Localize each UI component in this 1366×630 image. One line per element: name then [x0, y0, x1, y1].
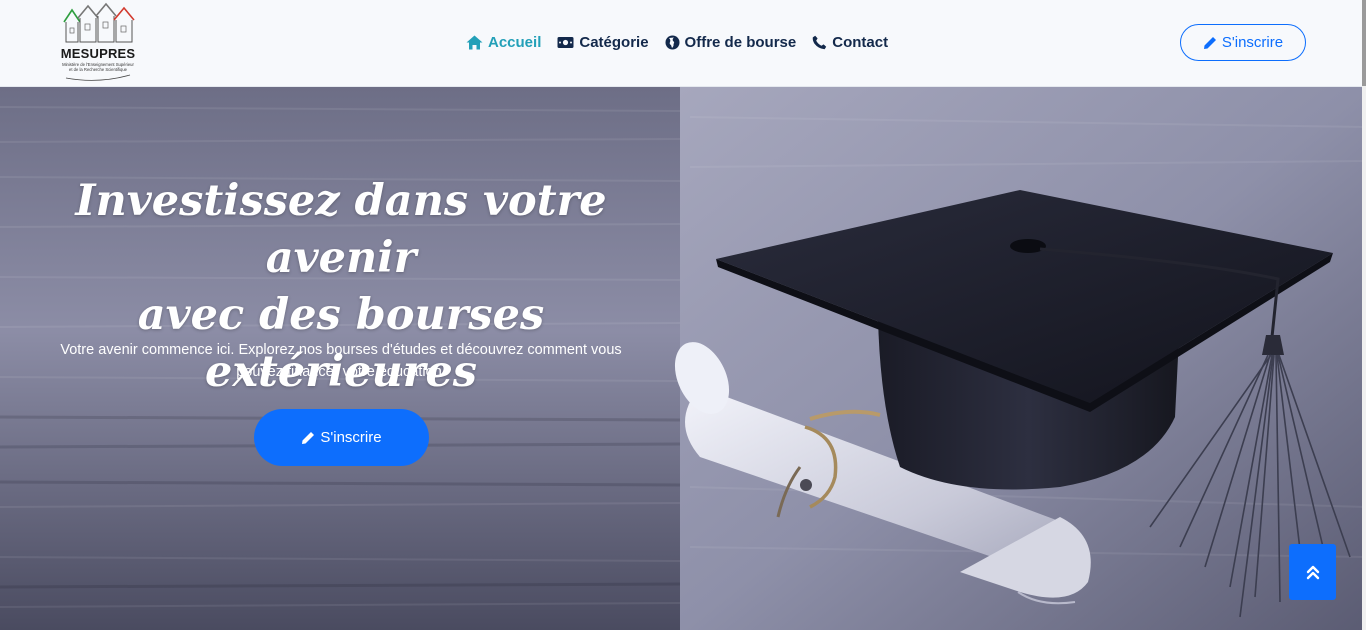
back-to-top-button[interactable]: [1289, 544, 1336, 600]
signup-button-nav[interactable]: S'inscrire: [1180, 24, 1306, 61]
signup-button-label: S'inscrire: [320, 429, 382, 446]
nav-item-categorie[interactable]: Catégorie: [557, 33, 649, 51]
scrollbar-thumb[interactable]: [1362, 0, 1366, 86]
signup-button-hero[interactable]: S'inscrire: [254, 409, 429, 466]
pencil-icon: [302, 431, 315, 444]
nav-item-label: Offre de bourse: [684, 33, 797, 51]
globe-icon: [665, 35, 680, 49]
signup-button-label: S'inscrire: [1221, 34, 1284, 51]
phone-icon: [812, 35, 827, 49]
hero-title-line-1: Investissez dans votre avenir: [75, 176, 607, 283]
nav-item-label: Contact: [832, 33, 889, 51]
pencil-icon: [1203, 36, 1216, 49]
logo-title: MESUPRES: [60, 46, 136, 61]
logo-swoosh-graphic: [65, 74, 131, 81]
home-icon: [466, 35, 483, 49]
page-scrollbar[interactable]: [1362, 0, 1366, 630]
main-nav: Accueil Catégorie Offre de bourse Contac…: [466, 31, 904, 53]
nav-item-contact[interactable]: Contact: [812, 34, 888, 51]
nav-item-label: Catégorie: [579, 33, 649, 51]
nav-item-accueil[interactable]: Accueil: [466, 34, 541, 51]
nav-item-offre-de-bourse[interactable]: Offre de bourse: [665, 33, 797, 51]
hero-subtitle: Votre avenir commence ici. Explorez nos …: [60, 342, 622, 380]
nav-item-label: Accueil: [488, 33, 542, 51]
logo-subtitle: Ministère de l'Enseignement Supérieur et…: [62, 62, 134, 72]
hero-section: Investissez dans votre avenir avec des b…: [0, 87, 1366, 630]
money-bill-icon: [557, 36, 574, 48]
mesupres-logo[interactable]: MESUPRES Ministère de l'Enseignement Sup…: [58, 2, 138, 82]
double-chevron-up-icon: [1306, 565, 1319, 580]
navbar: MESUPRES Ministère de l'Enseignement Sup…: [0, 0, 1366, 87]
logo-houses-graphic: [63, 2, 135, 43]
